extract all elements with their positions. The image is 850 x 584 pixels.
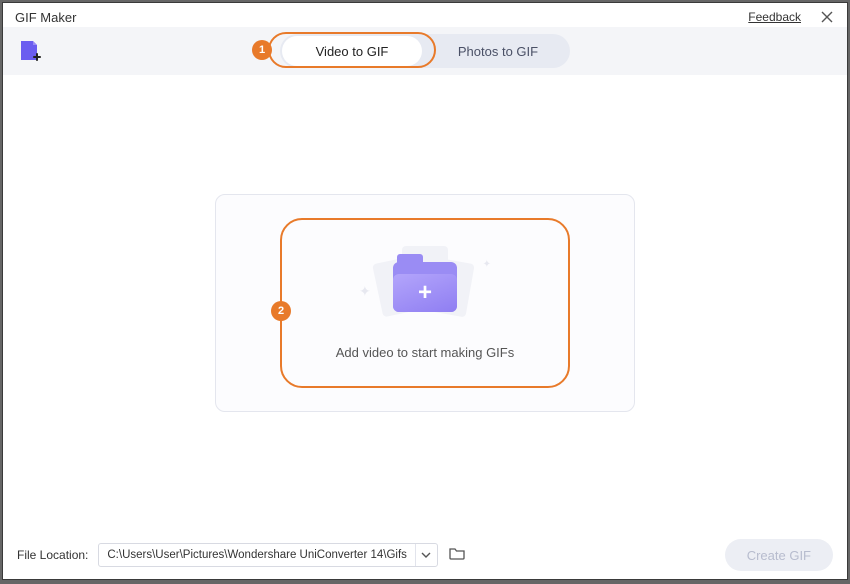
file-location-label: File Location: [17,548,88,562]
chevron-down-icon[interactable] [415,544,437,566]
add-video-dropzone[interactable]: ✦ ✦ + Add video to start making GIFs [280,218,570,388]
drop-card: ✦ ✦ + Add video to start making GIFs 2 [215,194,635,412]
callout-badge-1: 1 [252,40,272,60]
folder-plus-icon: + [393,262,457,312]
close-icon[interactable] [819,9,835,25]
drop-text: Add video to start making GIFs [336,345,514,360]
drop-illustration: ✦ ✦ + [355,247,495,327]
create-gif-button: Create GIF [725,539,833,571]
tab-label: Video to GIF [316,44,389,59]
tab-video-to-gif[interactable]: Video to GIF [282,36,422,66]
mode-tabs: Video to GIF Photos to GIF [280,34,570,68]
file-location-box: C:\Users\User\Pictures\Wondershare UniCo… [98,543,438,567]
footer: File Location: C:\Users\User\Pictures\Wo… [3,531,847,579]
main-area: ✦ ✦ + Add video to start making GIFs 2 [3,75,847,531]
gif-maker-window: GIF Maker Feedback Video to GIF Photos t [2,2,848,580]
toolbar: Video to GIF Photos to GIF 1 [3,27,847,75]
tab-label: Photos to GIF [458,44,538,59]
browse-folder-icon[interactable] [448,544,466,567]
titlebar: GIF Maker Feedback [3,3,847,27]
window-title: GIF Maker [15,10,76,25]
app-logo-icon [17,38,43,64]
titlebar-actions: Feedback [748,9,835,25]
tab-photos-to-gif[interactable]: Photos to GIF [428,36,568,66]
feedback-link[interactable]: Feedback [748,10,801,24]
create-gif-label: Create GIF [747,548,811,563]
file-location-path: C:\Users\User\Pictures\Wondershare UniCo… [99,549,415,561]
